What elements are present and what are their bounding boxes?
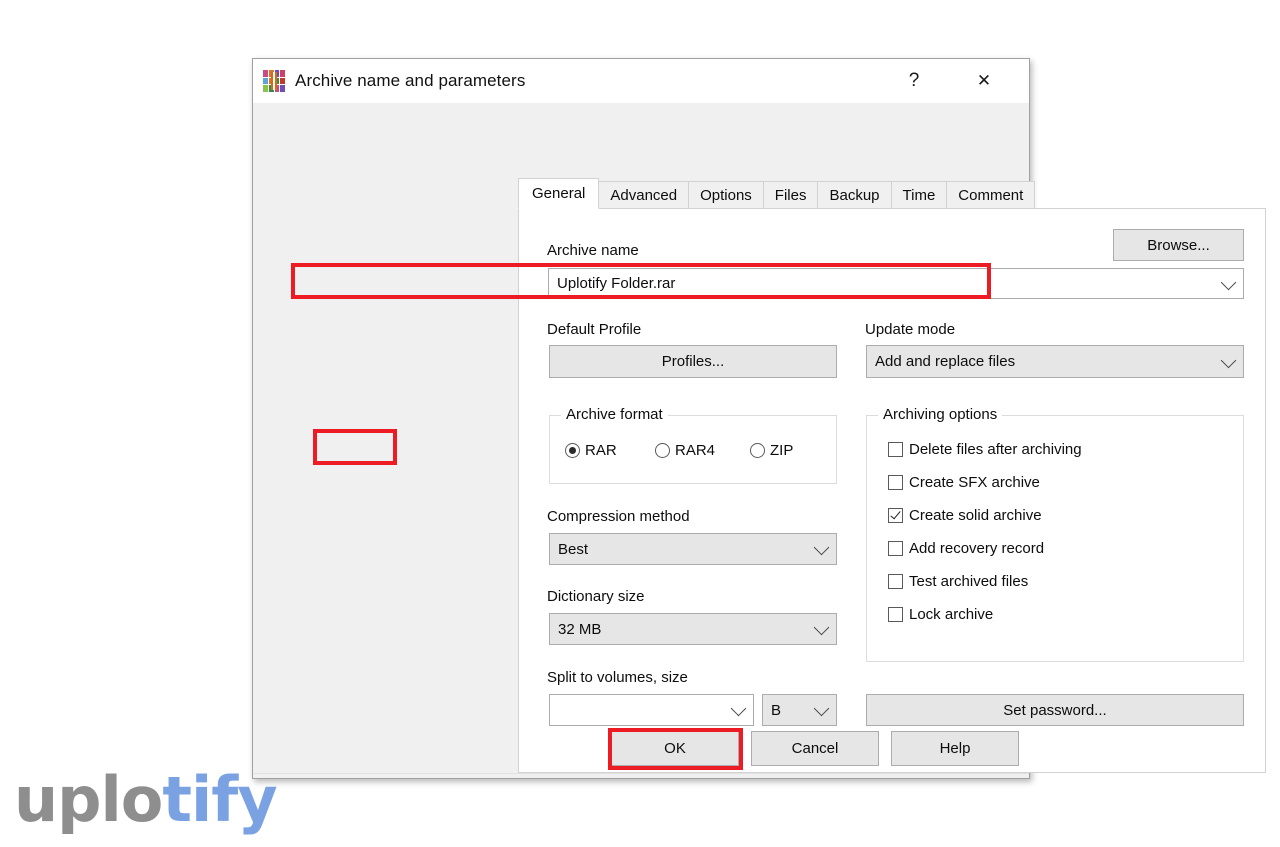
cancel-button[interactable]: Cancel bbox=[751, 731, 879, 766]
chevron-down-icon[interactable] bbox=[813, 539, 830, 556]
highlight-rar-format bbox=[313, 429, 397, 465]
update-mode-label: Update mode bbox=[865, 321, 956, 338]
tab-files[interactable]: Files bbox=[762, 181, 819, 209]
set-password-button[interactable]: Set password... bbox=[866, 694, 1244, 726]
chevron-down-icon[interactable] bbox=[730, 700, 747, 717]
option-add-recovery-record[interactable]: Add recovery record bbox=[888, 540, 1044, 557]
archive-name-combo[interactable]: Uplotify Folder.rar bbox=[548, 268, 1244, 299]
titlebar-help-icon[interactable]: ? bbox=[891, 59, 937, 103]
compression-method-value: Best bbox=[558, 540, 589, 558]
archive-name-value: Uplotify Folder.rar bbox=[557, 275, 676, 292]
checkbox-icon bbox=[888, 442, 903, 457]
close-icon[interactable]: ✕ bbox=[961, 59, 1007, 103]
compression-method-combo[interactable]: Best bbox=[549, 533, 837, 565]
dictionary-size-combo[interactable]: 32 MB bbox=[549, 613, 837, 645]
archiving-options-group: Archiving options Delete files after arc… bbox=[866, 406, 1244, 662]
dictionary-size-value: 32 MB bbox=[558, 620, 602, 638]
chevron-down-icon[interactable] bbox=[1220, 274, 1237, 290]
chevron-down-icon[interactable] bbox=[1220, 352, 1237, 368]
help-button[interactable]: Help bbox=[891, 731, 1019, 766]
tab-advanced[interactable]: Advanced bbox=[598, 181, 690, 209]
checkbox-checked-icon bbox=[888, 508, 903, 523]
split-to-volumes-label: Split to volumes, size bbox=[547, 669, 688, 686]
archive-format-legend: Archive format bbox=[561, 406, 668, 423]
watermark-text-gray: uplo bbox=[14, 763, 163, 836]
option-delete-files-after-archiving[interactable]: Delete files after archiving bbox=[888, 441, 1082, 458]
option-lock-archive[interactable]: Lock archive bbox=[888, 606, 993, 623]
tab-time[interactable]: Time bbox=[890, 181, 948, 209]
ok-button[interactable]: OK bbox=[611, 731, 739, 766]
watermark-text-blue: tify bbox=[162, 763, 277, 836]
tab-general[interactable]: General bbox=[518, 178, 600, 209]
option-test-archived-files[interactable]: Test archived files bbox=[888, 573, 1028, 590]
option-create-solid-archive[interactable]: Create solid archive bbox=[888, 507, 1042, 524]
archive-name-label: Archive name bbox=[547, 242, 639, 259]
archive-format-zip-label: ZIP bbox=[770, 442, 794, 459]
window-title: Archive name and parameters bbox=[295, 71, 526, 90]
archiving-options-legend: Archiving options bbox=[878, 406, 1003, 423]
chevron-down-icon[interactable] bbox=[813, 700, 830, 717]
option-create-sfx-archive[interactable]: Create SFX archive bbox=[888, 474, 1040, 491]
radio-dot-icon bbox=[565, 443, 580, 458]
compression-method-label: Compression method bbox=[547, 508, 690, 525]
dictionary-size-label: Dictionary size bbox=[547, 588, 645, 605]
browse-button[interactable]: Browse... bbox=[1113, 229, 1244, 261]
option-label: Test archived files bbox=[909, 573, 1029, 590]
profiles-button[interactable]: Profiles... bbox=[549, 345, 837, 378]
tab-comment[interactable]: Comment bbox=[946, 181, 1036, 209]
general-tab-panel: Archive name Browse... Uplotify Folder.r… bbox=[518, 208, 1266, 773]
update-mode-value: Add and replace files bbox=[875, 353, 1016, 370]
checkbox-icon bbox=[888, 541, 903, 556]
archive-format-rar-label: RAR bbox=[585, 442, 617, 459]
uplotify-watermark: uplotify bbox=[14, 769, 278, 831]
option-label: Add recovery record bbox=[909, 540, 1045, 557]
winrar-icon bbox=[263, 70, 285, 92]
radio-dot-icon bbox=[655, 443, 670, 458]
option-label: Create solid archive bbox=[909, 507, 1042, 524]
radio-dot-icon bbox=[750, 443, 765, 458]
default-profile-label: Default Profile bbox=[547, 321, 642, 338]
checkbox-icon bbox=[888, 475, 903, 490]
archive-parameters-dialog: Archive name and parameters ? ✕ General … bbox=[252, 58, 1266, 779]
footer-divider bbox=[253, 773, 1029, 774]
split-size-unit-combo[interactable]: B bbox=[762, 694, 837, 726]
checkbox-icon bbox=[888, 607, 903, 622]
option-label: Create SFX archive bbox=[909, 474, 1040, 491]
tab-backup[interactable]: Backup bbox=[817, 181, 892, 209]
archive-format-zip-radio[interactable]: ZIP bbox=[750, 442, 793, 459]
chevron-down-icon[interactable] bbox=[813, 619, 830, 636]
tab-bar: General Advanced Options Files Backup Ti… bbox=[518, 178, 1266, 209]
checkbox-icon bbox=[888, 574, 903, 589]
update-mode-combo[interactable]: Add and replace files bbox=[866, 345, 1244, 378]
split-size-unit-value: B bbox=[771, 701, 782, 719]
split-size-combo[interactable] bbox=[549, 694, 754, 726]
option-label: Delete files after archiving bbox=[909, 441, 1082, 458]
archive-format-rar4-radio[interactable]: RAR4 bbox=[655, 442, 715, 459]
tab-options[interactable]: Options bbox=[688, 181, 764, 209]
archive-format-rar-radio[interactable]: RAR bbox=[565, 442, 617, 459]
option-label: Lock archive bbox=[909, 606, 994, 623]
archive-format-group: Archive format RAR RAR4 ZIP bbox=[549, 406, 837, 484]
title-bar: Archive name and parameters ? ✕ bbox=[253, 59, 1029, 103]
archive-format-rar4-label: RAR4 bbox=[675, 442, 716, 459]
